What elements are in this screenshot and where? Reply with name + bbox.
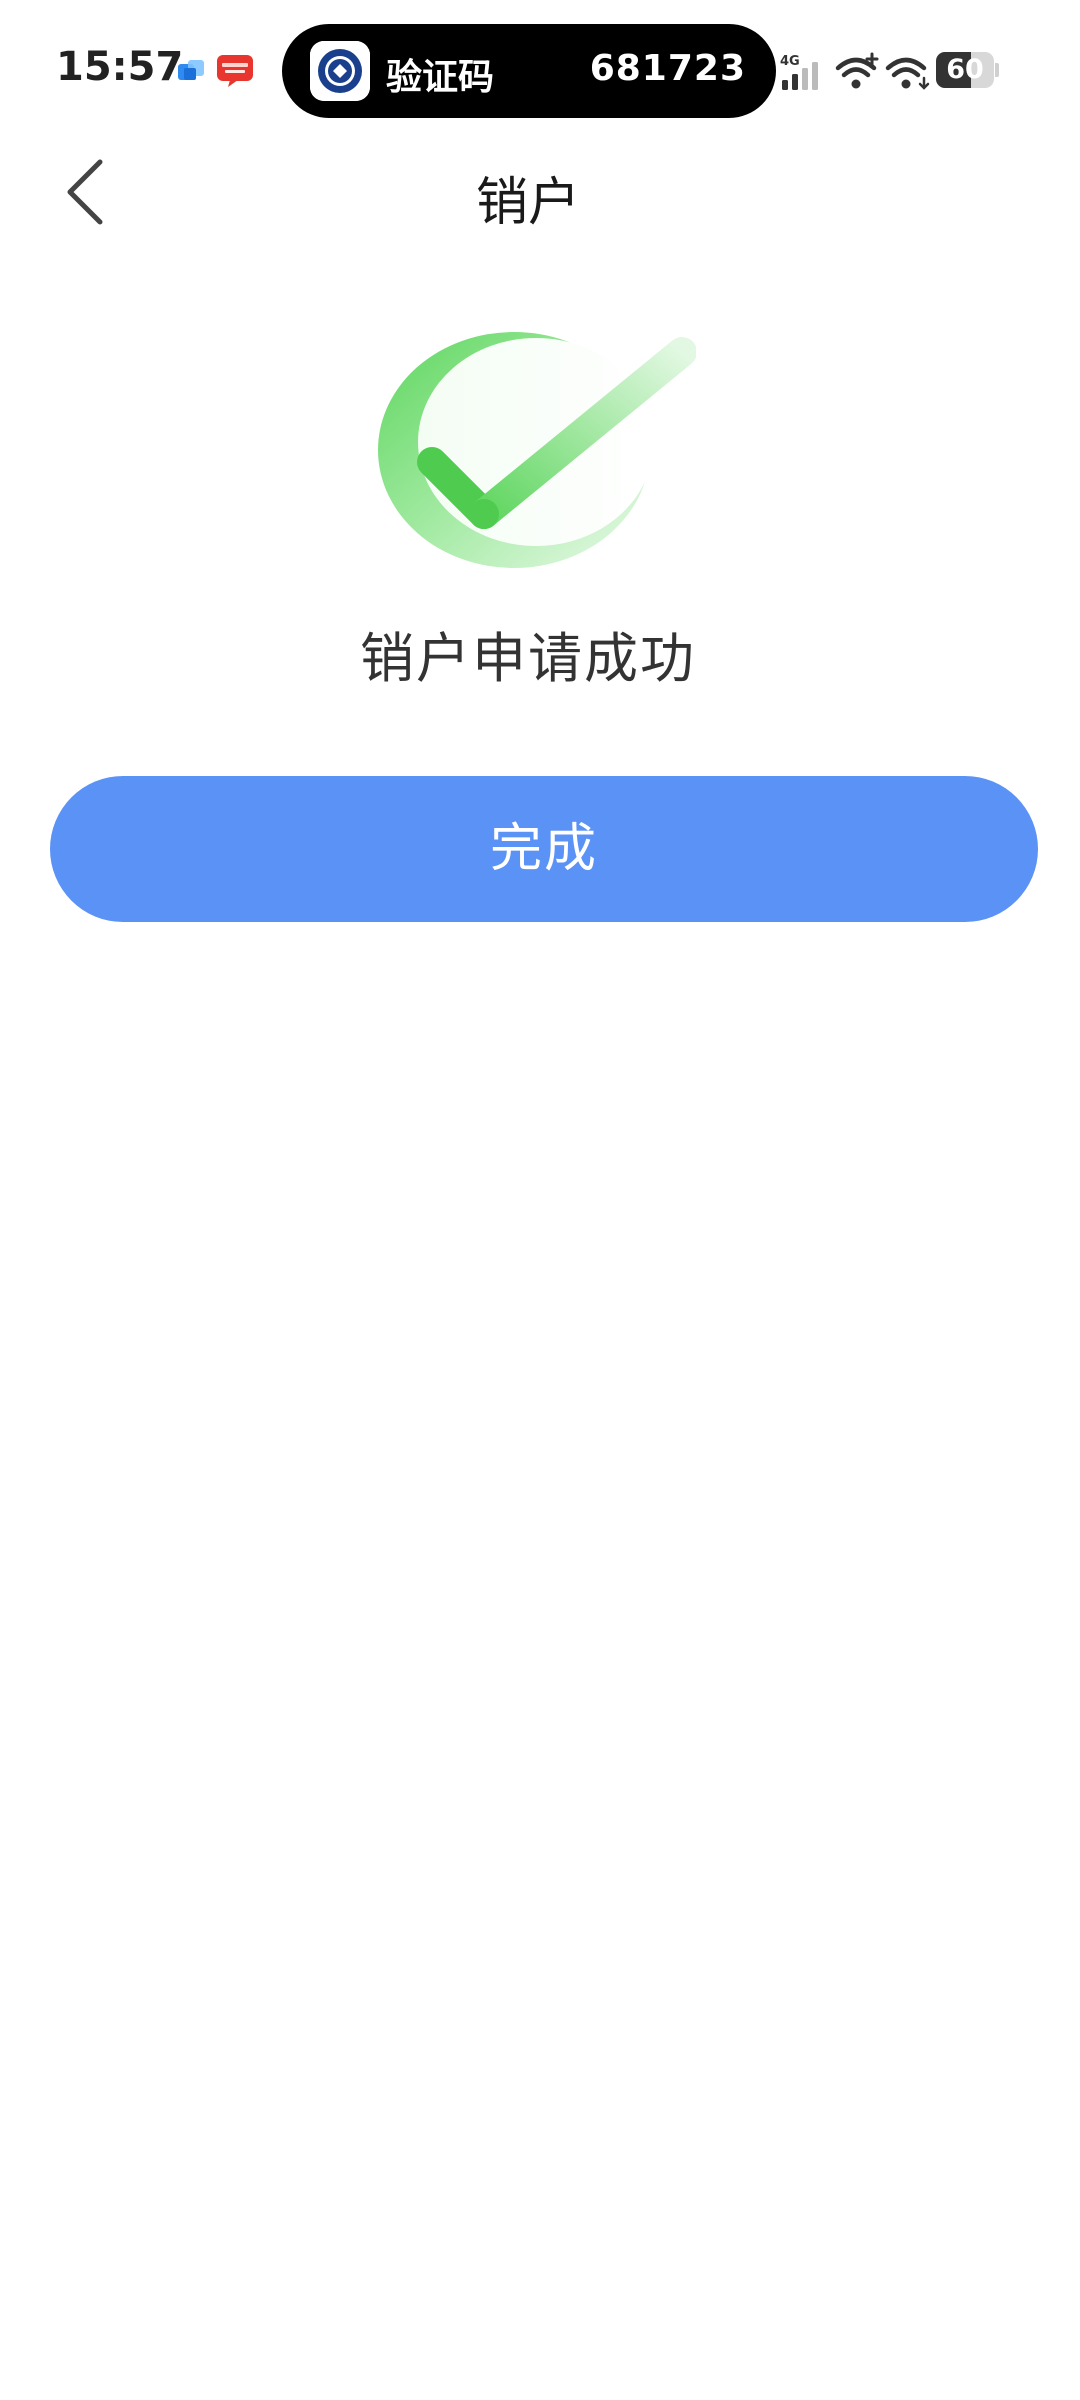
cellular-signal-icon: 4G: [780, 54, 818, 90]
status-bar: 15:57 验证码 681723 4G 60: [0, 0, 1080, 120]
battery-cap: [995, 63, 999, 77]
success-check-icon: [378, 332, 696, 568]
battery-level-text: 60: [946, 54, 984, 85]
network-type-label: 4G: [780, 54, 800, 69]
notification-payment-app-icon: [217, 55, 253, 87]
island-label: 验证码: [386, 57, 495, 98]
page-title: 销户: [475, 173, 580, 233]
success-message: 销户申请成功: [360, 627, 696, 690]
screen: 15:57 验证码 681723 4G 60 销户 销户申请成功 完成: [0, 0, 1080, 2400]
wifi-icon: [885, 57, 930, 90]
dynamic-island-verification[interactable]: 验证码 681723: [282, 24, 776, 118]
notification-app-icon: [178, 60, 204, 80]
done-button[interactable]: 完成: [50, 776, 1038, 922]
verification-code: 681723: [589, 48, 746, 89]
battery-indicator: 60: [936, 52, 999, 88]
wifi-plus-icon: [835, 52, 879, 89]
battery-body: 60: [936, 52, 994, 88]
bank-app-icon: [310, 41, 370, 101]
status-time: 15:57: [56, 44, 184, 90]
